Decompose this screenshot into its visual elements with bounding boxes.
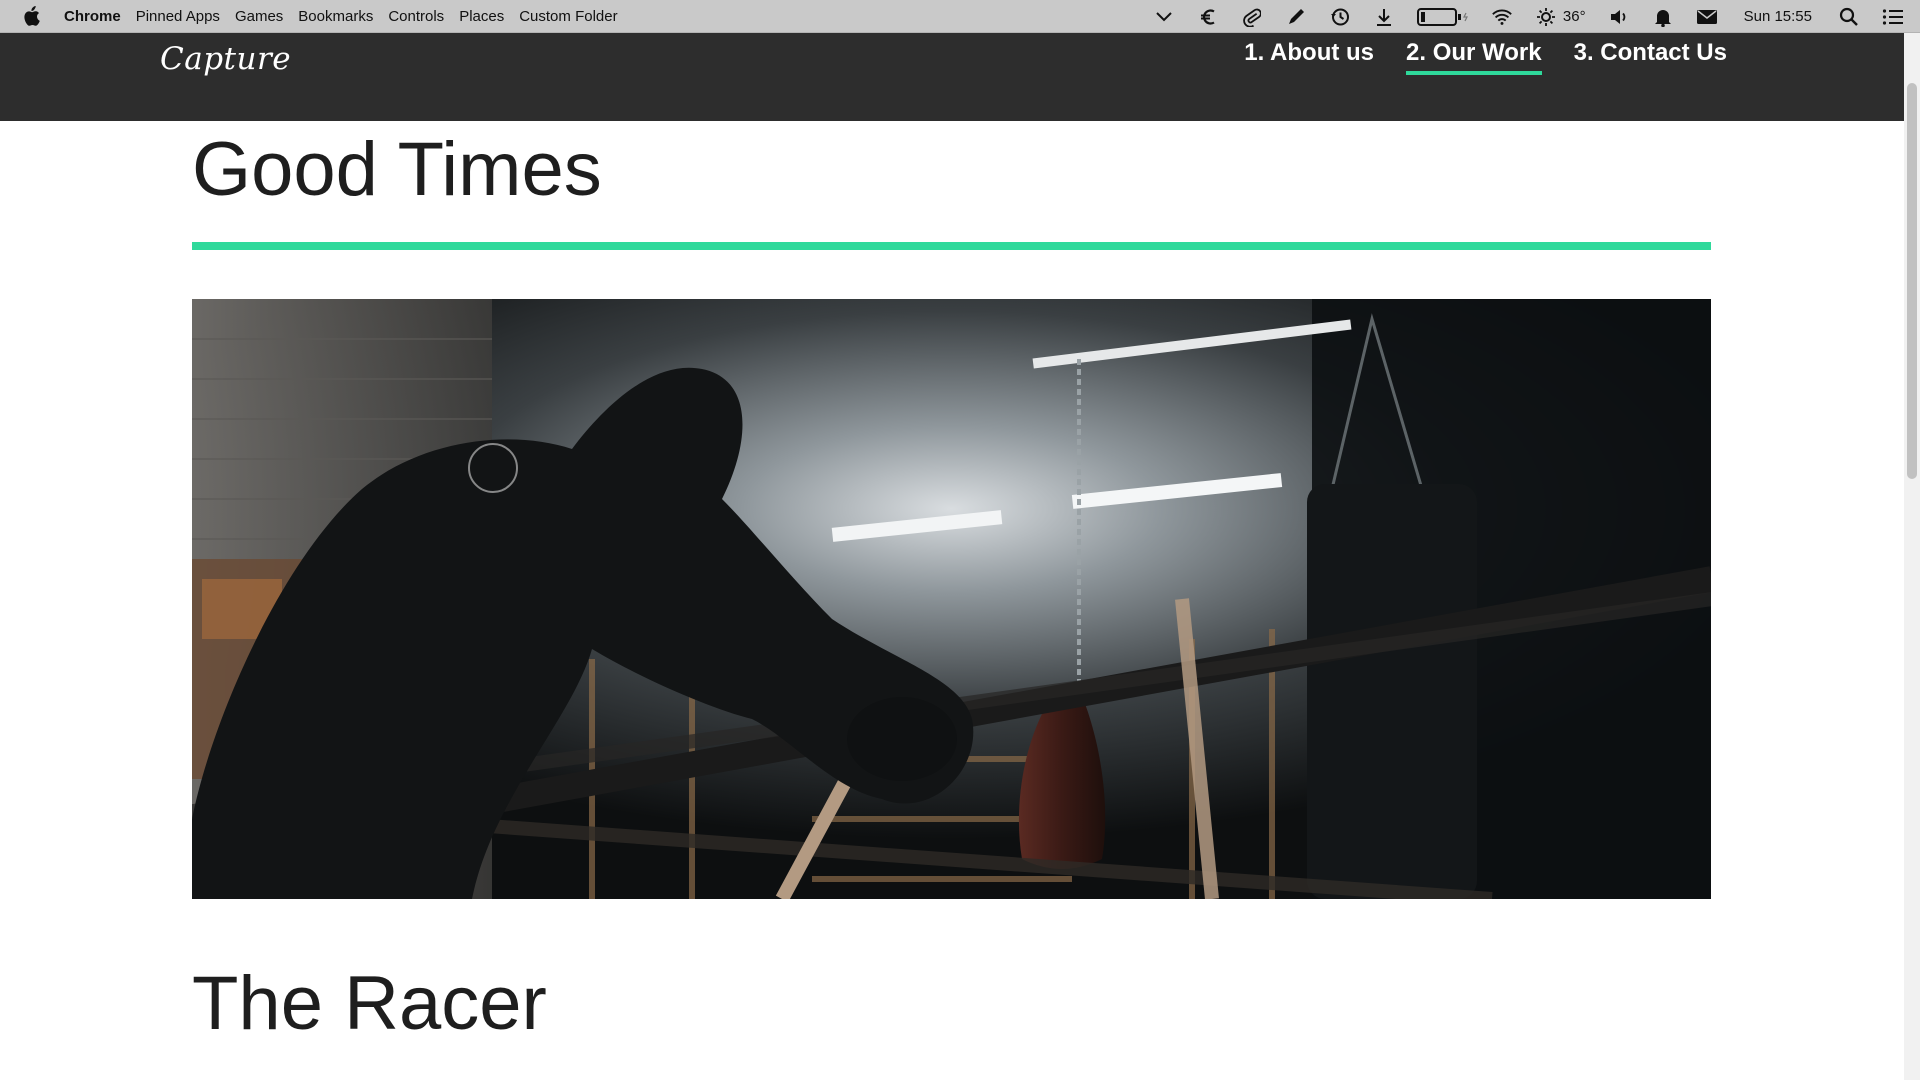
- site-header: Capture 1. About us 2. Our Work 3. Conta…: [0, 33, 1904, 121]
- menu-places[interactable]: Places: [459, 8, 504, 25]
- main-nav: 1. About us 2. Our Work 3. Contact Us: [1212, 39, 1727, 75]
- chevron-down-icon[interactable]: [1153, 6, 1175, 28]
- hero-image-boxer[interactable]: [192, 299, 1711, 899]
- list-icon[interactable]: [1882, 6, 1904, 28]
- menubar-status-area: 36° Sun 15:55: [1131, 0, 1920, 33]
- battery-icon[interactable]: [1416, 6, 1469, 28]
- weather-icon[interactable]: [1535, 6, 1557, 28]
- paperclip-icon[interactable]: [1241, 6, 1263, 28]
- page-scrollbar[interactable]: [1904, 33, 1920, 1080]
- menu-custom-folder[interactable]: Custom Folder: [519, 8, 617, 25]
- nav-our-work[interactable]: 2. Our Work: [1406, 39, 1542, 75]
- nav-about-us[interactable]: 1. About us: [1244, 39, 1374, 71]
- bell-icon[interactable]: [1652, 6, 1674, 28]
- site-logo[interactable]: Capture: [160, 41, 291, 77]
- history-icon[interactable]: [1329, 6, 1351, 28]
- section-title-the-racer: The Racer: [192, 961, 547, 1046]
- clock-text[interactable]: Sun 15:55: [1744, 8, 1812, 25]
- section-title-good-times: Good Times: [192, 127, 602, 212]
- menu-pinned-apps[interactable]: Pinned Apps: [136, 8, 220, 25]
- euro-icon[interactable]: [1197, 6, 1219, 28]
- title-underline: [192, 242, 1711, 250]
- nav-contact-us[interactable]: 3. Contact Us: [1574, 39, 1727, 71]
- volume-icon[interactable]: [1608, 6, 1630, 28]
- cursor-ring: [468, 443, 518, 493]
- menu-controls[interactable]: Controls: [388, 8, 444, 25]
- menu-app-name[interactable]: Chrome: [64, 8, 121, 25]
- wifi-icon[interactable]: [1491, 6, 1513, 28]
- scrollbar-thumb[interactable]: [1907, 83, 1917, 479]
- search-icon[interactable]: [1838, 6, 1860, 28]
- pen-icon[interactable]: [1285, 6, 1307, 28]
- menu-bookmarks[interactable]: Bookmarks: [298, 8, 373, 25]
- apple-icon[interactable]: [22, 5, 44, 27]
- system-menubar: Chrome Pinned Apps Games Bookmarks Contr…: [0, 0, 1920, 33]
- download-icon[interactable]: [1373, 6, 1395, 28]
- temperature-text: 36°: [1562, 8, 1586, 25]
- menu-games[interactable]: Games: [235, 8, 283, 25]
- mail-icon[interactable]: [1696, 6, 1718, 28]
